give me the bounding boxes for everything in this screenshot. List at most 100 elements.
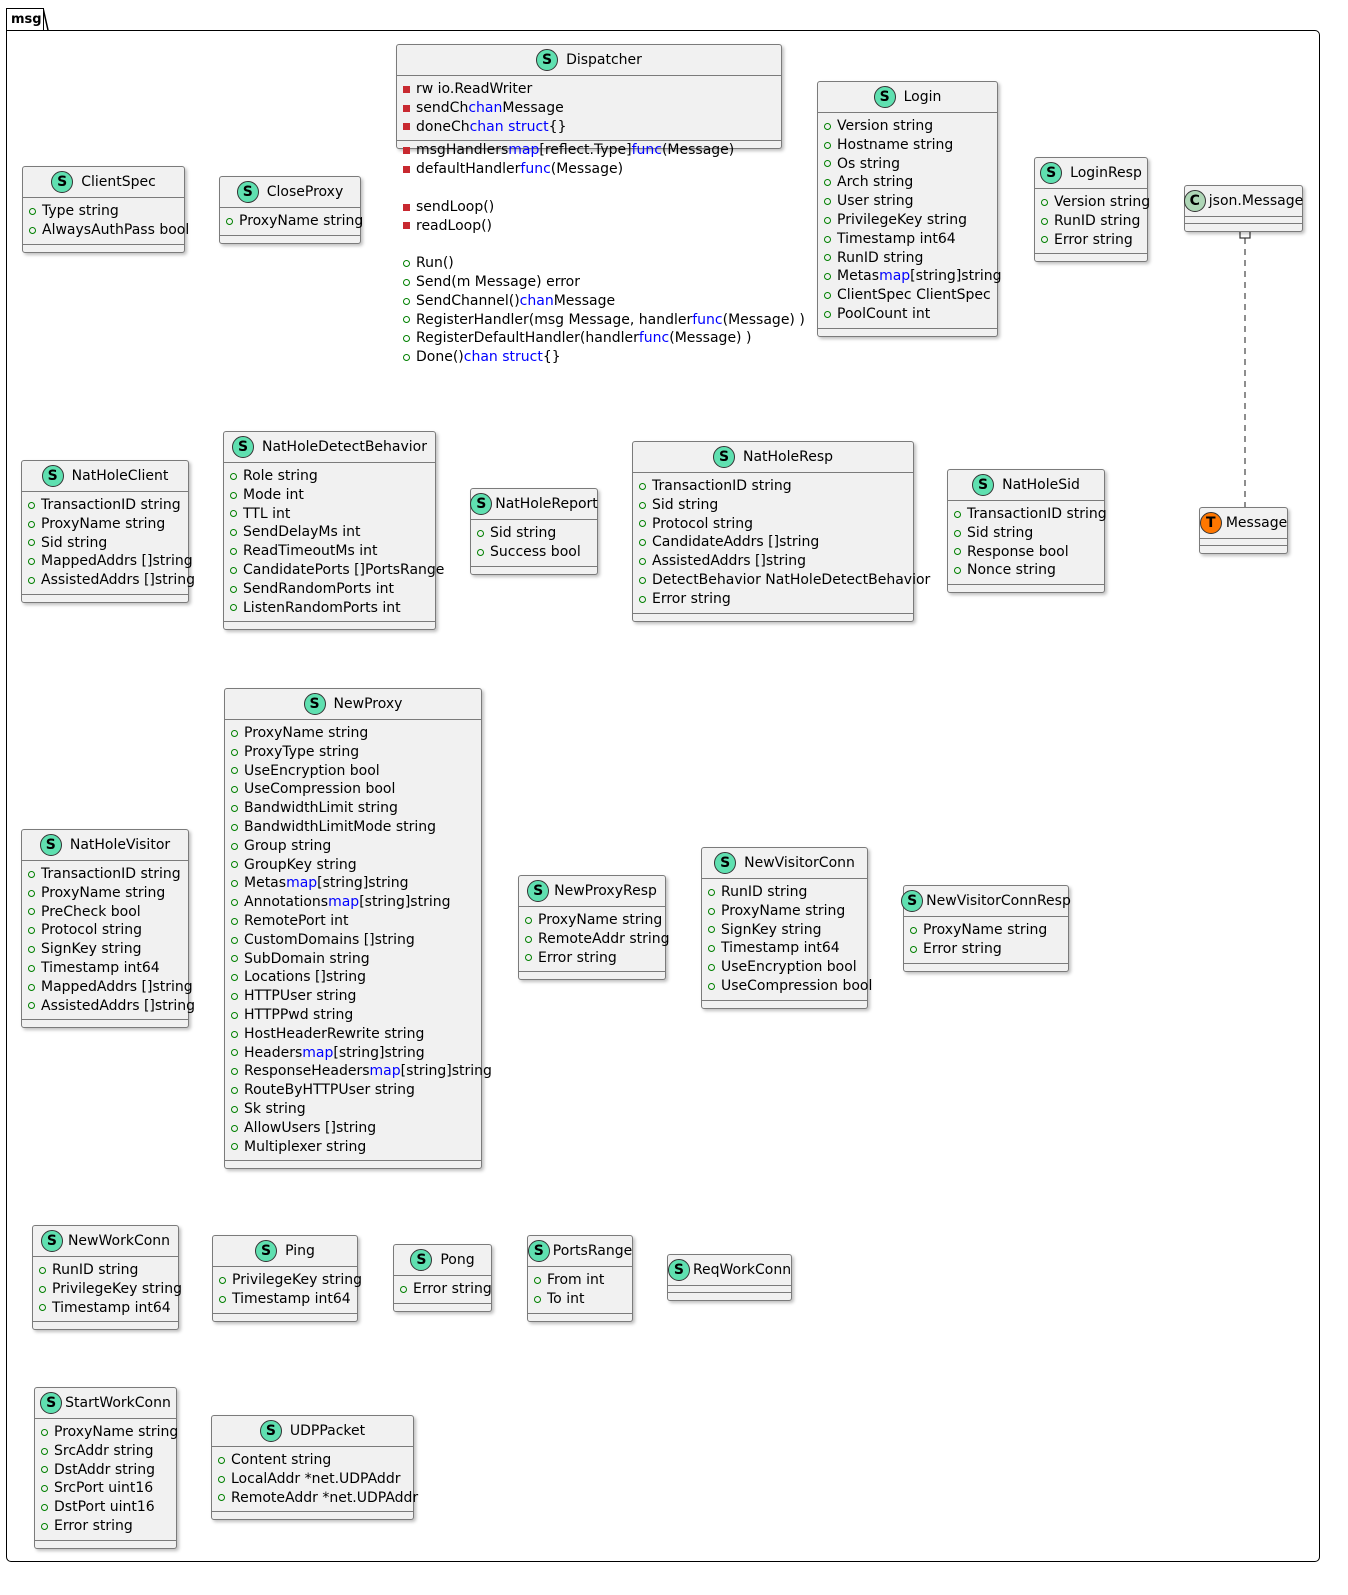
struct-icon: S bbox=[41, 465, 64, 487]
field: RunID string bbox=[1035, 212, 1147, 231]
method-list bbox=[213, 1314, 357, 1321]
class-header: S ClientSpec bbox=[23, 167, 184, 198]
field-list: Error string bbox=[394, 1276, 492, 1304]
public-icon bbox=[28, 927, 35, 935]
public-icon bbox=[824, 141, 831, 149]
class-name: json.Message bbox=[1208, 193, 1304, 209]
public-icon bbox=[218, 1456, 225, 1464]
struct-startworkconn[interactable]: S StartWorkConn ProxyName string SrcAddr … bbox=[34, 1387, 178, 1549]
public-icon bbox=[954, 548, 961, 556]
field: RemoteAddr string bbox=[519, 930, 670, 949]
public-icon bbox=[1041, 198, 1048, 206]
public-icon bbox=[28, 908, 35, 916]
public-icon bbox=[231, 729, 238, 737]
field: Headers map [string]string bbox=[225, 1044, 481, 1063]
struct-loginresp[interactable]: S LoginResp Version string RunID string E… bbox=[1034, 157, 1150, 263]
class-header: S PortsRange bbox=[527, 1236, 632, 1267]
public-icon bbox=[231, 786, 238, 794]
field-list: Role string Mode int TTL int SendDelayMs… bbox=[224, 463, 444, 623]
class-header: S NewProxyResp bbox=[519, 876, 665, 907]
class-json-message[interactable]: Cjson.Message bbox=[1183, 185, 1304, 232]
field: SendDelayMs int bbox=[224, 523, 435, 542]
field: Protocol string bbox=[633, 515, 913, 534]
field-list: PrivilegeKey string Timestamp int64 bbox=[213, 1267, 362, 1314]
field: Locations []string bbox=[225, 968, 481, 987]
struct-newworkconn[interactable]: S NewWorkConn RunID string PrivilegeKey s… bbox=[32, 1225, 182, 1331]
public-icon bbox=[230, 491, 237, 499]
field: SignKey string bbox=[702, 921, 867, 940]
field: Content string bbox=[212, 1451, 413, 1470]
class-name: NewProxyResp bbox=[554, 883, 657, 899]
class-name: Dispatcher bbox=[566, 52, 642, 68]
field: RunID string bbox=[818, 249, 997, 268]
struct-icon: S bbox=[259, 1420, 282, 1442]
field-list: Version string RunID string Error string bbox=[1035, 189, 1150, 255]
struct-newproxy[interactable]: S NewProxy ProxyName string ProxyType str… bbox=[224, 688, 492, 1170]
field-list bbox=[668, 1286, 791, 1293]
public-icon bbox=[534, 1276, 541, 1284]
field-list: TransactionID string ProxyName string Si… bbox=[22, 492, 195, 595]
public-icon bbox=[28, 501, 35, 509]
class-header: T Message bbox=[1199, 508, 1287, 539]
method-list bbox=[225, 1161, 481, 1168]
field: PrivilegeKey string bbox=[213, 1271, 362, 1290]
struct-portsrange[interactable]: S PortsRange From int To int bbox=[527, 1235, 633, 1322]
struct-login[interactable]: S Login Version string Hostname string Os… bbox=[817, 81, 1001, 337]
public-icon bbox=[403, 260, 410, 268]
method-list bbox=[904, 964, 1068, 971]
method-list bbox=[528, 1314, 632, 1321]
public-icon bbox=[226, 217, 233, 225]
struct-newproxyresp[interactable]: S NewProxyResp ProxyName string RemoteAdd… bbox=[518, 875, 670, 981]
struct-natholeclient[interactable]: S NatHoleClient TransactionID string Prox… bbox=[21, 460, 195, 603]
struct-natholeresp[interactable]: S NatHoleResp TransactionID string Sid st… bbox=[632, 441, 930, 622]
public-icon bbox=[28, 539, 35, 547]
public-icon bbox=[28, 577, 35, 585]
struct-natholereport[interactable]: S NatHoleReport Sid string Success bool bbox=[470, 488, 598, 575]
struct-natholedetectbehavior[interactable]: S NatHoleDetectBehavior Role string Mode … bbox=[223, 431, 444, 631]
method: defaultHandler func (Message) bbox=[397, 160, 781, 179]
method-list bbox=[35, 1541, 176, 1548]
struct-natholesid[interactable]: S NatHoleSid TransactionID string Sid str… bbox=[947, 469, 1107, 594]
field: MappedAddrs []string bbox=[22, 552, 193, 571]
struct-dispatcher[interactable]: S Dispatcher rw io.ReadWriter sendCh chan… bbox=[396, 44, 805, 365]
field: Sid string bbox=[22, 534, 188, 553]
field: Error string bbox=[35, 1517, 176, 1536]
class-icon: C bbox=[1183, 190, 1206, 212]
type-message[interactable]: T Message bbox=[1199, 507, 1288, 554]
private-icon bbox=[403, 147, 410, 155]
field: PoolCount int bbox=[818, 305, 997, 324]
public-icon bbox=[231, 993, 238, 1001]
struct-closeproxy[interactable]: S CloseProxy ProxyName string bbox=[219, 176, 363, 244]
public-icon bbox=[403, 354, 410, 362]
field: Sid string bbox=[633, 496, 913, 515]
public-icon bbox=[230, 585, 237, 593]
public-icon bbox=[231, 974, 238, 982]
field-list: TransactionID string Sid string Response… bbox=[948, 501, 1107, 586]
field: CustomDomains []string bbox=[225, 931, 481, 950]
public-icon bbox=[639, 520, 646, 528]
struct-reqworkconn[interactable]: S ReqWorkConn bbox=[667, 1254, 792, 1301]
field: doneCh chan struct{} bbox=[397, 118, 781, 137]
struct-udppacket[interactable]: S UDPPacket Content string LocalAddr *net… bbox=[211, 1415, 418, 1521]
field: Sk string bbox=[225, 1100, 481, 1119]
field: RemotePort int bbox=[225, 912, 481, 931]
public-icon bbox=[230, 566, 237, 574]
public-icon bbox=[824, 179, 831, 187]
public-icon bbox=[231, 805, 238, 813]
field: TransactionID string bbox=[22, 865, 188, 884]
public-icon bbox=[39, 1266, 46, 1274]
struct-icon: S bbox=[873, 86, 896, 108]
field: Os string bbox=[818, 155, 997, 174]
class-header: S ReqWorkConn bbox=[667, 1255, 791, 1286]
struct-pong[interactable]: S Pong Error string bbox=[393, 1244, 492, 1312]
struct-newvisitorconnresp[interactable]: S NewVisitorConnResp ProxyName string Err… bbox=[901, 885, 1071, 972]
struct-ping[interactable]: S Ping PrivilegeKey string Timestamp int6… bbox=[212, 1235, 362, 1322]
field: CandidatePorts []PortsRange bbox=[224, 561, 444, 580]
method: RegisterHandler(msg Message, handler fun… bbox=[397, 311, 805, 330]
public-icon bbox=[910, 926, 917, 934]
struct-natholevisitor[interactable]: S NatHoleVisitor TransactionID string Pro… bbox=[21, 829, 195, 1029]
struct-clientspec[interactable]: S ClientSpec Type string AlwaysAuthPass b… bbox=[22, 166, 189, 253]
struct-newvisitorconn[interactable]: S NewVisitorConn RunID string ProxyName s… bbox=[701, 847, 872, 1009]
method-list bbox=[948, 585, 1104, 592]
field: TTL int bbox=[224, 505, 435, 524]
